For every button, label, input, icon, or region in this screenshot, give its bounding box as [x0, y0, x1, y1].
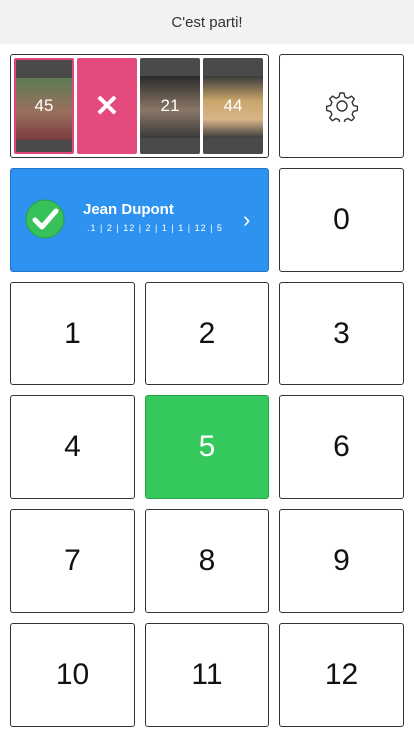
player-score-history: .1 | 2 | 12 | 2 | 1 | 1 | 12 | 5 [87, 223, 223, 233]
check-icon [25, 199, 65, 239]
key-9[interactable]: 9 [279, 509, 404, 613]
settings-button[interactable] [279, 54, 404, 158]
page-title: C'est parti! [171, 13, 243, 31]
player-number: 44 [223, 96, 243, 115]
player-strip: 45 ✕ 21 44 [10, 54, 269, 158]
key-7[interactable]: 7 [10, 509, 135, 613]
key-0[interactable]: 0 [279, 168, 404, 272]
key-8[interactable]: 8 [145, 509, 269, 613]
player-thumb-3[interactable]: 21 [140, 58, 200, 154]
key-5[interactable]: 5 [145, 395, 269, 499]
chevron-right-icon: › [243, 207, 251, 232]
player-name: Jean Dupont [83, 201, 174, 218]
key-10[interactable]: 10 [10, 623, 135, 727]
key-4[interactable]: 4 [10, 395, 135, 499]
key-2[interactable]: 2 [145, 282, 269, 385]
top-bar: C'est parti! [0, 0, 414, 44]
key-3[interactable]: 3 [279, 282, 404, 385]
player-number: 45 [34, 96, 54, 115]
remove-player-button[interactable]: ✕ [77, 58, 137, 154]
close-icon: ✕ [94, 89, 120, 123]
player-number: 21 [160, 96, 180, 115]
key-6[interactable]: 6 [279, 395, 404, 499]
key-11[interactable]: 11 [145, 623, 269, 727]
key-1[interactable]: 1 [10, 282, 135, 385]
gear-icon [325, 92, 358, 122]
player-thumb-1[interactable]: 45 [14, 58, 74, 154]
current-player-card[interactable]: Jean Dupont .1 | 2 | 12 | 2 | 1 | 1 | 12… [10, 168, 269, 272]
player-thumb-4[interactable]: 44 [203, 58, 263, 154]
key-12[interactable]: 12 [279, 623, 404, 727]
